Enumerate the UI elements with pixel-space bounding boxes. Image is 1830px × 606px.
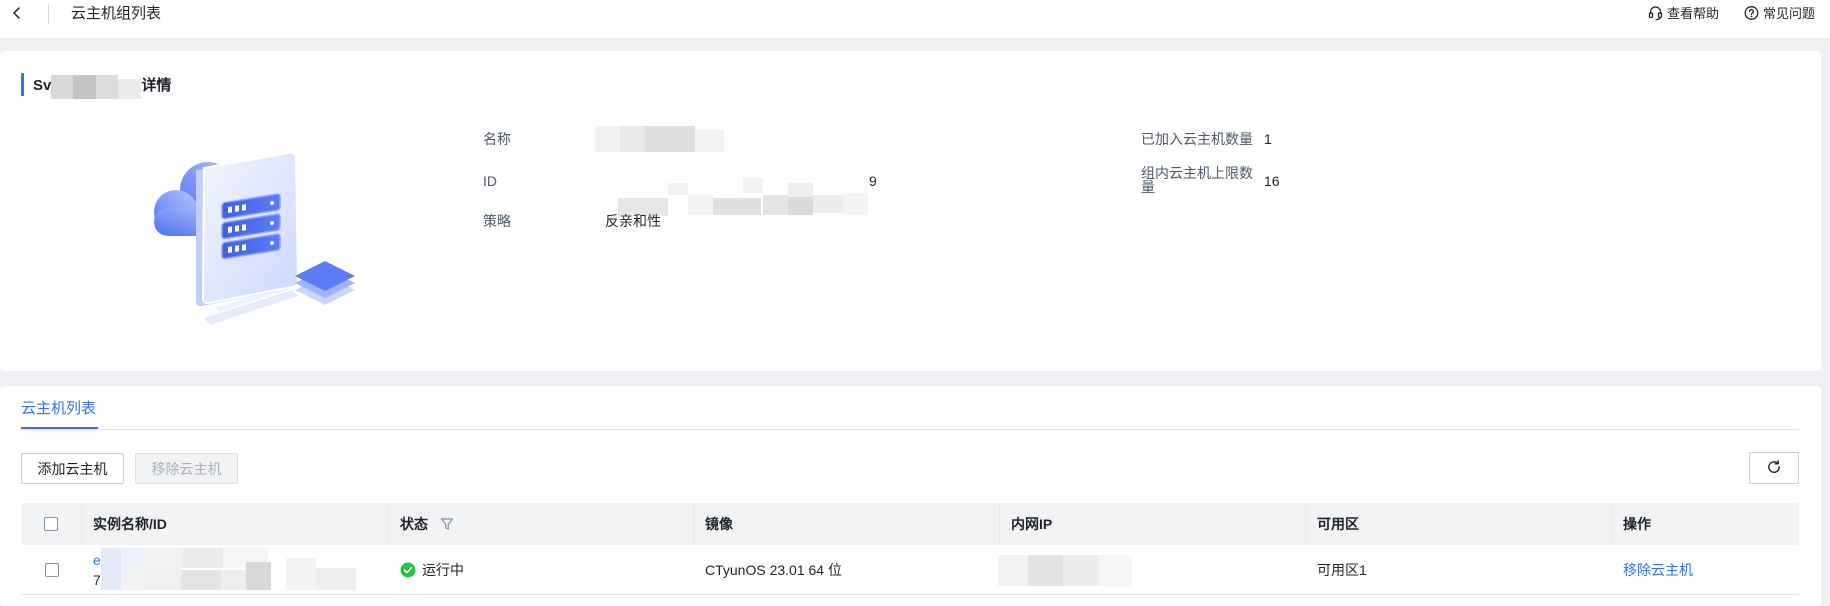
status-text: 运行中 [422,561,464,578]
select-all-checkbox[interactable] [44,517,58,531]
field-label-max-count: 组内云主机上限数量 [1141,165,1253,195]
group-detail-card: Sv 详情 名称 ID 9 策略 反亲和性 已加入云主机数量 1 组内云主机上限… [0,51,1821,371]
zone-cell: 可用区1 [1317,561,1367,578]
check-circle-icon [400,562,416,578]
top-bar: 云主机组列表 查看帮助 常见问题 [0,0,1830,38]
filter-icon[interactable] [440,517,454,534]
header-divider [48,4,49,24]
column-header-private-ip: 内网IP [1000,503,1306,545]
page-title[interactable]: 云主机组列表 [71,4,161,24]
faq-link[interactable]: 常见问题 [1763,5,1815,23]
detail-title: Sv 详情 [33,73,171,99]
row-checkbox[interactable] [44,562,59,577]
column-header-status-label: 状态 [400,516,428,532]
cloud-server-illustration-icon [154,151,355,325]
add-vm-button[interactable]: 添加云主机 [21,453,124,484]
redacted-mosaic [595,126,724,152]
instance-name-id: e 7 [93,550,101,590]
field-value-policy: 反亲和性 [605,213,661,229]
tab-divider [21,429,1799,430]
row-remove-vm-link[interactable]: 移除云主机 [1623,560,1693,580]
refresh-icon [1766,459,1782,478]
field-value-max-count: 16 [1264,173,1280,189]
field-label-name: 名称 [483,131,511,147]
remove-vm-button[interactable]: 移除云主机 [135,453,238,484]
headset-icon[interactable] [1648,5,1663,24]
help-link[interactable]: 查看帮助 [1667,5,1719,23]
column-header-zone: 可用区 [1306,503,1612,545]
instance-cell: e 7 [82,545,389,594]
table-row: e 7 运行中 CTyunOS 23.01 64 位 可用区1 移除云主机 [21,545,1799,595]
field-value-id-tail: 9 [869,173,877,189]
status-cell: 运行中 [389,545,694,594]
image-cell: CTyunOS 23.01 64 位 [705,561,842,578]
vm-table: 实例名称/ID 状态 镜像 内网IP 可用区 操作 e 7 运行中 CTyunO… [21,503,1799,595]
column-header-image: 镜像 [694,503,1000,545]
instance-name-link[interactable]: e [93,550,101,570]
redacted-mosaic [101,548,356,590]
private-ip-cell [998,545,1306,594]
header-checkbox-cell [21,503,82,545]
column-header-status: 状态 [389,503,694,545]
refresh-button[interactable] [1749,452,1799,484]
vm-list-card: 云主机列表 添加云主机 移除云主机 实例名称/ID 状态 镜像 内网IP 可用区… [0,386,1821,606]
instance-id: 7 [93,571,101,588]
column-header-name: 实例名称/ID [82,503,389,545]
redacted-mosaic [51,73,142,99]
actions-cell: 移除云主机 [1612,545,1799,594]
field-label-id: ID [483,173,497,189]
detail-title-prefix: Sv [33,77,52,94]
title-accent-bar [21,73,24,96]
field-label-policy: 策略 [483,213,511,229]
question-circle-icon[interactable] [1744,5,1759,24]
redacted-mosaic [998,555,1132,586]
table-header: 实例名称/ID 状态 镜像 内网IP 可用区 操作 [21,503,1799,545]
row-checkbox-cell [21,545,82,594]
field-label-joined-count: 已加入云主机数量 [1141,131,1253,147]
field-value-joined-count: 1 [1264,131,1272,147]
chevron-left-icon[interactable] [9,5,25,24]
column-header-actions: 操作 [1623,516,1651,532]
tab-vm-list[interactable]: 云主机列表 [21,399,96,419]
detail-title-suffix: 详情 [141,77,172,94]
